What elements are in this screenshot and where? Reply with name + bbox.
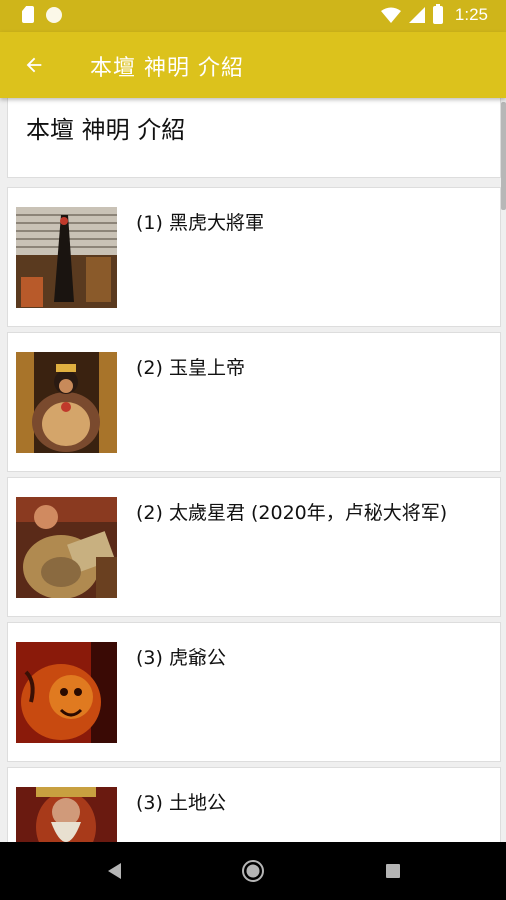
- deity-thumbnail-4: [16, 642, 117, 743]
- battery-icon: [432, 4, 443, 24]
- list-item-jade-emperor[interactable]: (2) 玉皇上帝: [7, 332, 501, 472]
- signal-icon: [408, 7, 425, 23]
- status-right: 1:25: [380, 4, 488, 25]
- sd-card-icon: [22, 6, 34, 23]
- deity-thumbnail-5: [16, 787, 117, 842]
- back-triangle-icon[interactable]: [103, 859, 127, 883]
- wifi-icon: [380, 7, 401, 23]
- item-label: (2) 太歲星君 (2020年，卢秘大将军): [136, 502, 448, 524]
- header-title: 本壇 神明 介紹: [26, 116, 186, 144]
- list-item-tiger-lord[interactable]: (3) 虎爺公: [7, 622, 501, 762]
- list-item-earth-god[interactable]: (3) 土地公: [7, 767, 501, 842]
- home-circle-icon[interactable]: [241, 859, 265, 883]
- deity-thumbnail-2: [16, 352, 117, 453]
- app-bar-title: 本壇 神明 介紹: [90, 56, 244, 81]
- arrow-back-icon: [26, 57, 42, 73]
- list-item-heihu-general[interactable]: (1) 黑虎大將軍: [7, 187, 501, 327]
- status-time: 1:25: [454, 5, 488, 24]
- item-label: (1) 黑虎大將軍: [136, 212, 264, 234]
- item-label: (2) 玉皇上帝: [136, 357, 245, 379]
- circle-icon: [46, 6, 62, 23]
- deity-thumbnail-3: [16, 497, 117, 598]
- list-item-taisui[interactable]: (2) 太歲星君 (2020年，卢秘大将军): [7, 477, 501, 617]
- item-label: (3) 土地公: [136, 792, 226, 814]
- back-button[interactable]: [16, 47, 52, 83]
- content-list[interactable]: 本壇 神明 介紹 (1) 黑虎大將軍 (2) 玉皇上帝 (2) 太歲星君 (20…: [0, 98, 506, 842]
- status-bar: 1:25: [0, 0, 506, 32]
- scrollbar[interactable]: [501, 102, 506, 210]
- item-label: (3) 虎爺公: [136, 647, 226, 669]
- system-nav-bar: [0, 842, 506, 900]
- recents-square-icon[interactable]: [381, 859, 405, 883]
- header-card: 本壇 神明 介紹: [7, 98, 501, 178]
- status-left: [22, 6, 62, 23]
- deity-thumbnail-1: [16, 207, 117, 308]
- app-bar: 本壇 神明 介紹: [0, 32, 506, 98]
